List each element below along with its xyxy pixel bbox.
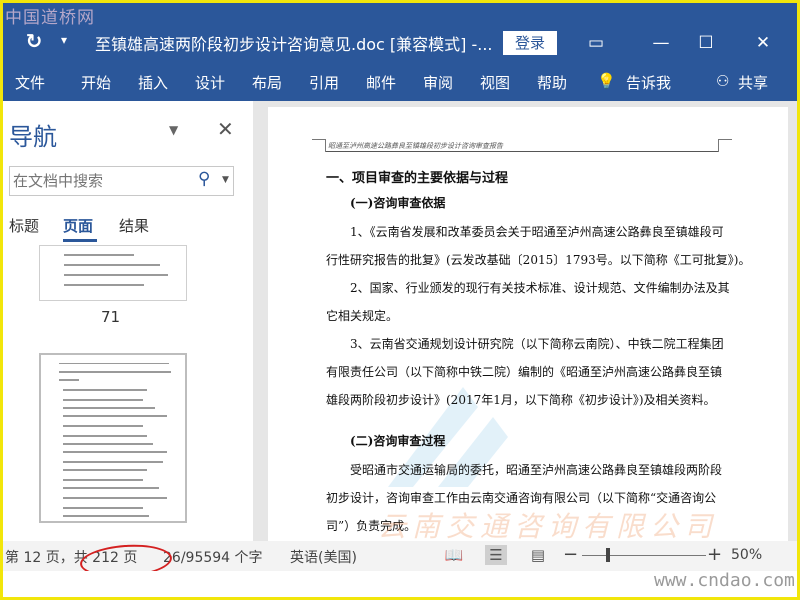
- section-heading: 一、项目审查的主要依据与过程: [326, 171, 509, 186]
- print-layout-icon[interactable]: ☰: [485, 545, 507, 565]
- login-button[interactable]: 登录: [503, 31, 557, 55]
- document-page[interactable]: 昭通至泸州高速公路彝良至镇雄段初步设计咨询审查报告 一、项目审查的主要依据与过程…: [268, 107, 788, 541]
- tab-results[interactable]: 结果: [119, 215, 149, 236]
- menu-mailings[interactable]: 邮件: [366, 72, 396, 93]
- menu-home[interactable]: 开始: [81, 72, 111, 93]
- page-thumbnail-current[interactable]: [39, 353, 187, 523]
- zoom-slider-thumb[interactable]: [606, 548, 610, 562]
- share-person-icon[interactable]: ⚇: [716, 72, 729, 90]
- zoom-in-button[interactable]: +: [707, 544, 722, 565]
- ribbon-tabs: 文件 开始 插入 设计 布局 引用 邮件 审阅 视图 帮助 💡 告诉我 ⚇ 共享: [3, 63, 797, 101]
- language-status[interactable]: 英语(美国): [290, 547, 357, 567]
- menu-file[interactable]: 文件: [15, 72, 45, 93]
- menu-references[interactable]: 引用: [309, 72, 339, 93]
- pane-splitter[interactable]: [253, 101, 266, 541]
- menu-view[interactable]: 视图: [480, 72, 510, 93]
- customize-quick-access-icon[interactable]: ▾: [61, 33, 67, 47]
- crop-mark: [718, 139, 732, 140]
- nav-pane-title: 导航: [9, 123, 57, 151]
- word-count-status[interactable]: 26/95594 个字: [163, 547, 263, 567]
- body-text-line: 行性研究报告的批复》(云发改基础〔2015〕1793号。以下简称《工可批复》)。: [326, 253, 751, 267]
- body-text-line: 3、云南省交通规划设计研究院（以下简称云南院）、中铁二院工程集团: [350, 337, 724, 351]
- zoom-slider-track[interactable]: [582, 555, 706, 556]
- nav-search-input[interactable]: [13, 170, 193, 192]
- restore-icon[interactable]: ☐: [688, 29, 724, 57]
- tab-pages[interactable]: 页面: [63, 215, 93, 236]
- site-watermark: 中国道桥网: [5, 8, 95, 28]
- body-text-line: 它相关规定。: [326, 309, 399, 323]
- zoom-out-button[interactable]: −: [563, 544, 578, 565]
- document-title: 至镇雄高速两阶段初步设计咨询意见.doc [兼容模式] -...: [95, 35, 493, 54]
- search-icon[interactable]: ⚲: [198, 169, 210, 189]
- search-options-dropdown-icon[interactable]: ▼: [222, 175, 229, 185]
- read-mode-icon[interactable]: 📖: [443, 545, 465, 565]
- page-watermark-text: 云南交通咨询有限公司: [378, 510, 719, 541]
- menu-help[interactable]: 帮助: [537, 72, 567, 93]
- menu-layout[interactable]: 布局: [252, 72, 282, 93]
- nav-options-dropdown-icon[interactable]: ▼: [169, 123, 178, 137]
- body-text-line: 2、国家、行业颁发的现行有关技术标准、设计规范、文件编制办法及其: [350, 281, 730, 295]
- web-layout-icon[interactable]: ▤: [527, 545, 549, 565]
- zoom-level[interactable]: 50%: [731, 547, 762, 563]
- body-text-line: 雄段两阶段初步设计》(2017年1月，以下简称《初步设计》)及相关资料。: [326, 393, 716, 407]
- page-thumbnail-number: 71: [101, 308, 121, 326]
- menu-design[interactable]: 设计: [195, 72, 225, 93]
- subsection-heading: (一)咨询审查依据: [350, 196, 446, 210]
- title-bar: 中国道桥网 ↻ ▾ 至镇雄高速两阶段初步设计咨询意见.doc [兼容模式] -.…: [3, 3, 797, 63]
- menu-insert[interactable]: 插入: [138, 72, 168, 93]
- tell-me-search[interactable]: 告诉我: [626, 72, 671, 93]
- share-button[interactable]: 共享: [738, 72, 768, 93]
- page-header-text: 昭通至泸州高速公路彝良至镇雄段初步设计咨询审查报告: [328, 142, 503, 150]
- nav-search-box: ⚲ ▼: [9, 166, 234, 196]
- navigation-pane: 导航 ▼ ✕ ⚲ ▼ 标题 页面 结果 71: [3, 101, 253, 541]
- tab-headings[interactable]: 标题: [9, 215, 39, 236]
- close-icon[interactable]: ✕: [745, 29, 781, 57]
- subsection-heading: (二)咨询审查过程: [350, 434, 446, 448]
- menu-review[interactable]: 审阅: [423, 72, 453, 93]
- site-watermark-bottom: www.cndao.com: [654, 570, 795, 591]
- page-thumbnail[interactable]: [39, 245, 187, 301]
- body-text-line: 受昭通市交通运输局的委托，昭通至泸州高速公路彝良至镇雄段两阶段: [350, 463, 723, 477]
- ribbon-display-icon[interactable]: ▭: [578, 29, 614, 57]
- autosave-refresh-icon[interactable]: ↻: [23, 30, 45, 52]
- document-area: 昭通至泸州高速公路彝良至镇雄段初步设计咨询审查报告 一、项目审查的主要依据与过程…: [266, 101, 797, 541]
- crop-mark: [312, 139, 326, 140]
- lightbulb-icon[interactable]: 💡: [597, 72, 616, 90]
- body-text-line: 1、《云南省发展和改革委员会关于昭通至泸州高速公路彝良至镇雄段可: [350, 225, 724, 239]
- crop-mark: [718, 139, 719, 152]
- minimize-icon[interactable]: —: [643, 29, 679, 57]
- body-text-line: 初步设计，咨询审查工作由云南交通咨询有限公司（以下简称“交通咨询公: [326, 491, 717, 505]
- active-tab-indicator: [63, 239, 97, 242]
- page-header-rule: [326, 151, 718, 152]
- body-text-line: 有限责任公司（以下简称中铁二院）编制的《昭通至泸州高速公路彝良至镇: [326, 365, 723, 379]
- nav-close-icon[interactable]: ✕: [217, 117, 234, 141]
